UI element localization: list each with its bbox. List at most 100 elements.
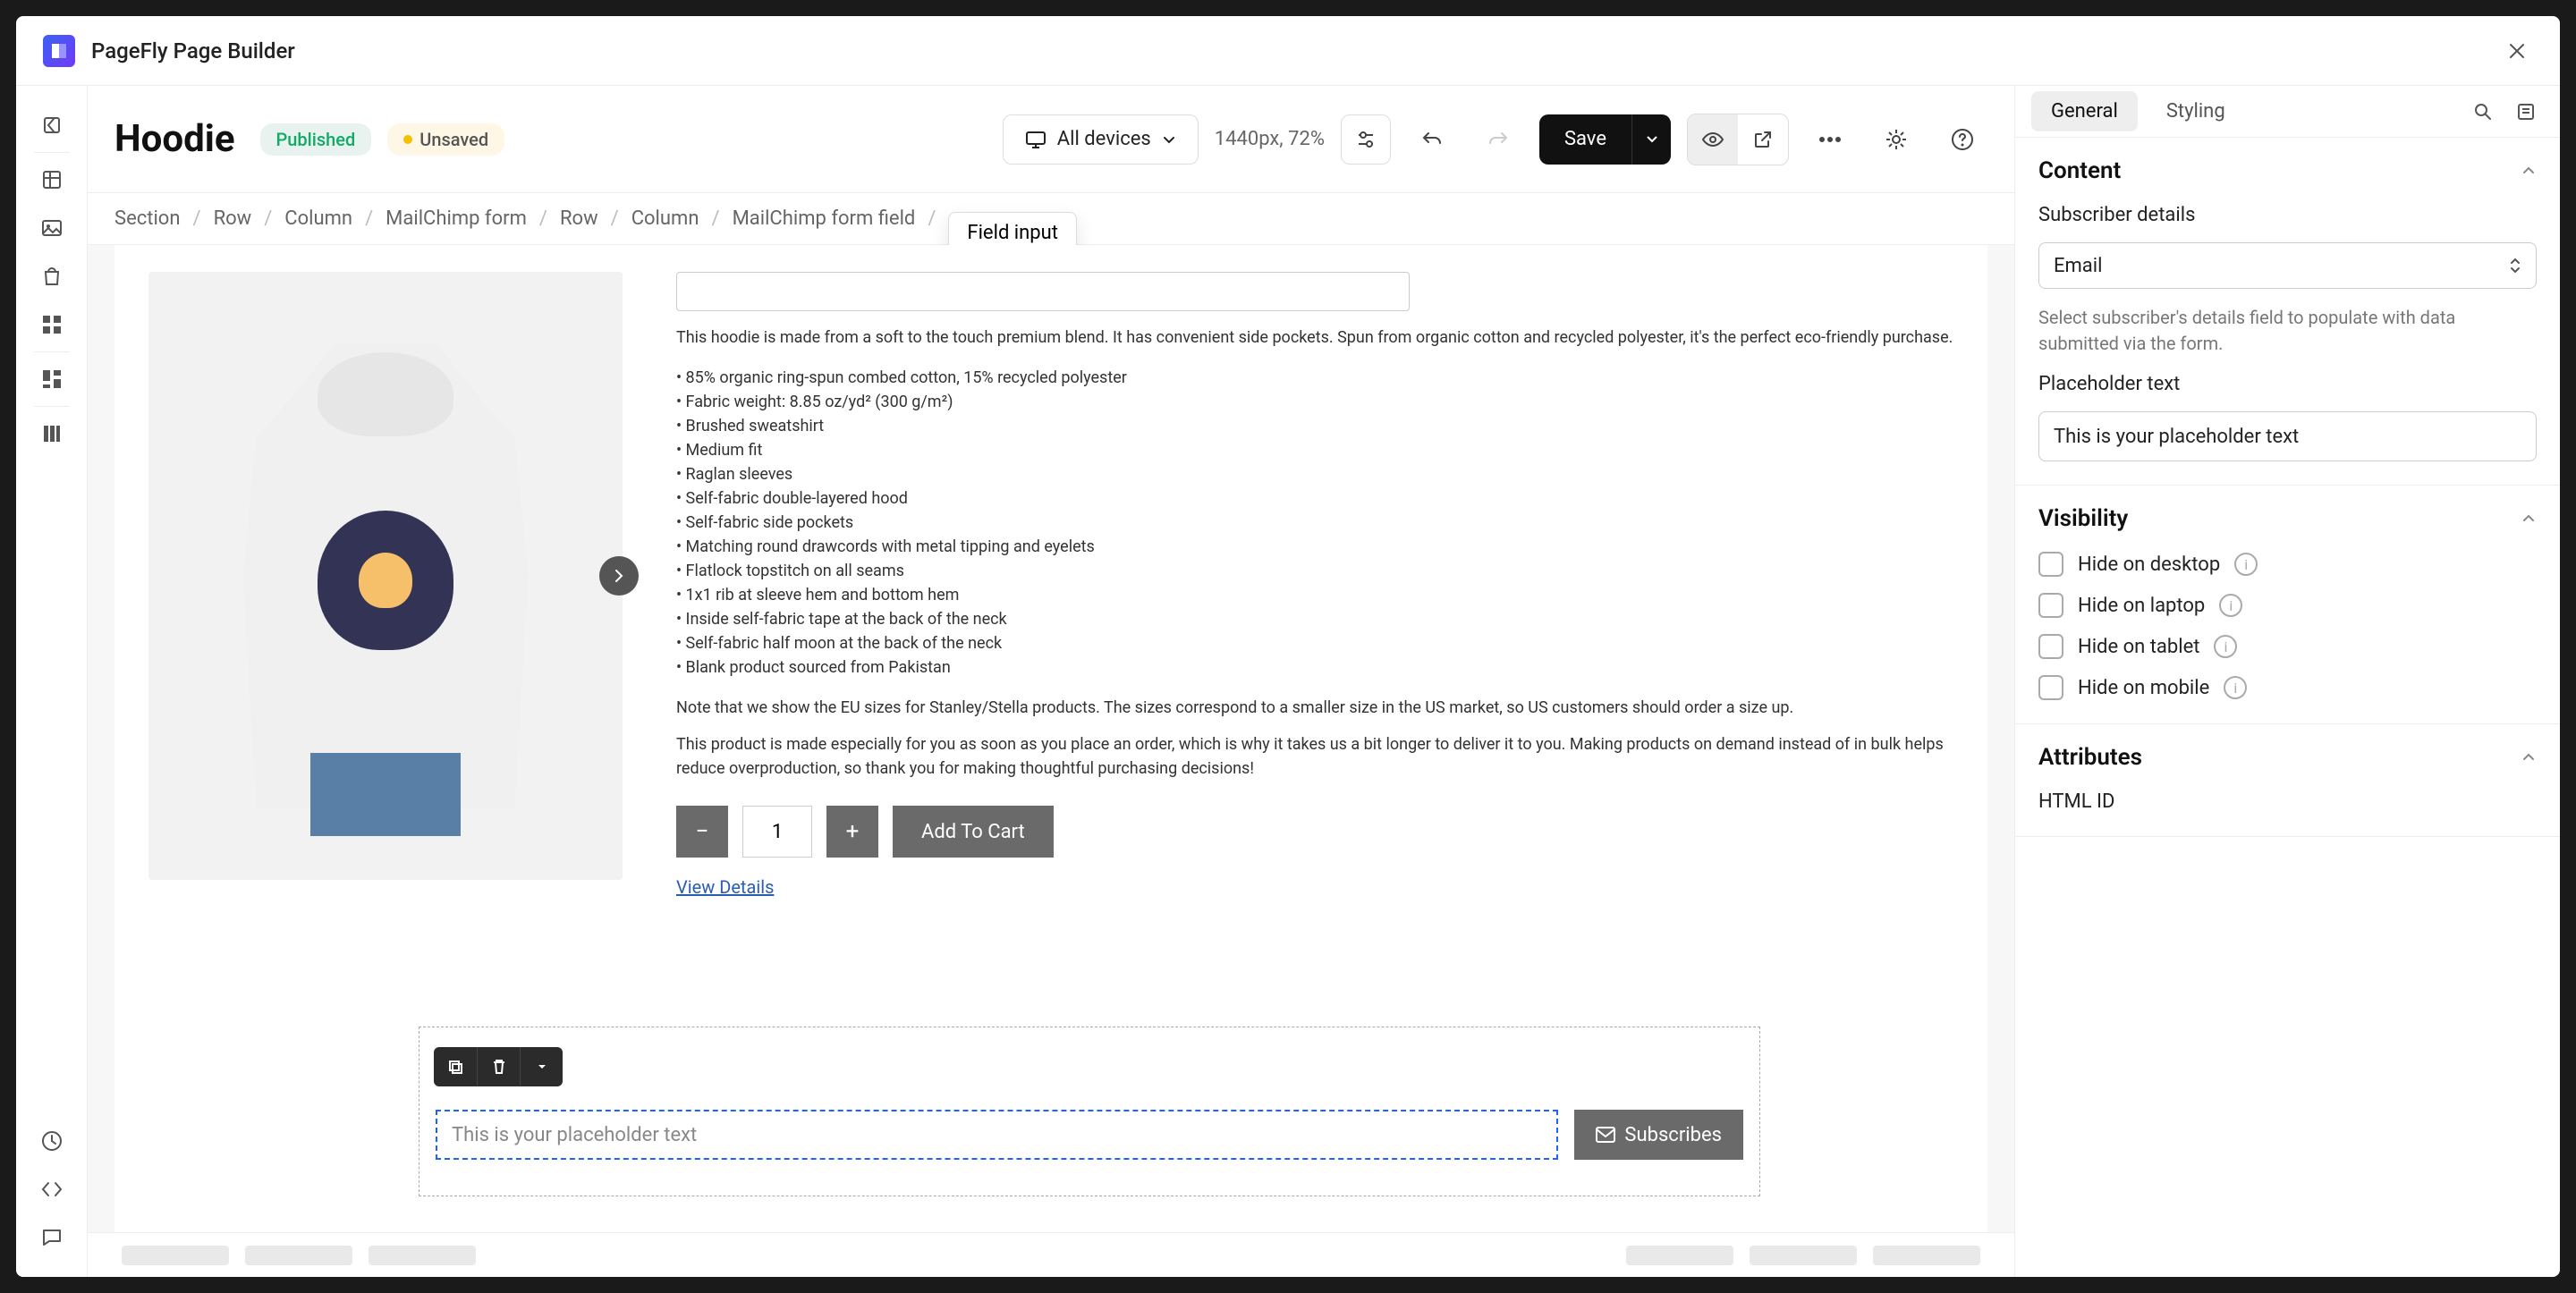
subscribe-button[interactable]: Subscribes [1574, 1110, 1743, 1160]
save-dropdown[interactable] [1631, 114, 1671, 165]
form-field-input[interactable]: This is your placeholder text [436, 1110, 1558, 1160]
page-title: Hoodie [114, 117, 235, 161]
device-selector[interactable]: All devices [1003, 114, 1199, 165]
section-content-header[interactable]: Content [2015, 138, 2560, 204]
preview-eye-button[interactable] [1688, 114, 1738, 165]
bullet-item: 85% organic ring-spun combed cotton, 15%… [676, 366, 1953, 390]
collapse-rail-button[interactable] [30, 104, 73, 147]
footer-skeleton [88, 1232, 2014, 1277]
chat-icon [40, 1226, 64, 1249]
info-icon[interactable]: i [2234, 553, 2258, 576]
bullet-item: Self-fabric side pockets [676, 511, 1953, 535]
chevron-down-icon [1162, 132, 1176, 147]
breadcrumb-item[interactable]: Row [560, 207, 598, 230]
duplicate-button[interactable] [434, 1047, 477, 1086]
add-to-cart-button[interactable]: Add To Cart [893, 806, 1054, 858]
redo-icon [1487, 128, 1510, 151]
rail-code-button[interactable] [30, 1168, 73, 1211]
columns-icon [40, 422, 64, 445]
view-details-link[interactable]: View Details [676, 874, 774, 900]
bullet-item: Flatlock topstitch on all seams [676, 559, 1953, 583]
delete-button[interactable] [477, 1047, 520, 1086]
save-button[interactable]: Save [1539, 114, 1631, 165]
info-icon[interactable]: i [2224, 676, 2247, 699]
section-content-title: Content [2038, 157, 2121, 184]
panel-search-button[interactable] [2465, 94, 2501, 130]
subscribe-label: Subscribes [1624, 1124, 1722, 1146]
breadcrumb-item[interactable]: Column [284, 207, 352, 230]
bullet-item: Matching round drawcords with metal tipp… [676, 535, 1953, 559]
caret-down-icon [537, 1061, 547, 1072]
chevron-up-icon [2521, 511, 2537, 527]
undo-button[interactable] [1407, 114, 1457, 165]
hide-laptop-checkbox[interactable] [2038, 593, 2063, 618]
chevron-up-icon [2521, 163, 2537, 179]
unsaved-dot-icon [403, 135, 412, 144]
rail-history-button[interactable] [30, 1120, 73, 1162]
rail-columns-button[interactable] [30, 412, 73, 455]
subscriber-help-text: Select subscriber's details field to pop… [2038, 305, 2537, 357]
bullet-item: Brushed sweatshirt [676, 414, 1953, 438]
envelope-icon [1596, 1127, 1615, 1143]
product-bullets: 85% organic ring-spun combed cotton, 15%… [676, 366, 1953, 680]
rail-shopify-button[interactable] [30, 255, 73, 298]
qty-input[interactable] [742, 806, 812, 858]
breadcrumb-item[interactable]: Section [114, 207, 181, 230]
hide-mobile-checkbox[interactable] [2038, 675, 2063, 700]
breadcrumb-item[interactable]: Column [631, 207, 699, 230]
element-menu-button[interactable] [520, 1047, 563, 1086]
made-to-order-note: This product is made especially for you … [676, 732, 1953, 781]
hide-desktop-checkbox[interactable] [2038, 552, 2063, 577]
eye-icon [1701, 128, 1724, 151]
unsaved-badge: Unsaved [387, 123, 504, 156]
device-label: All devices [1057, 128, 1151, 150]
section-visibility-title: Visibility [2038, 505, 2128, 532]
placeholder-text-input[interactable]: This is your placeholder text [2038, 411, 2537, 461]
chevron-left-icon [42, 115, 62, 135]
settings-button[interactable] [1871, 114, 1921, 165]
more-button[interactable] [1805, 114, 1855, 165]
close-icon [2507, 41, 2527, 61]
breadcrumb-item[interactable]: Row [214, 207, 252, 230]
open-external-button[interactable] [1738, 114, 1788, 165]
grid-icon [40, 313, 64, 336]
help-button[interactable] [1937, 114, 1987, 165]
rail-image-button[interactable] [30, 207, 73, 249]
shopify-bag-icon [40, 265, 64, 288]
responsive-settings-button[interactable] [1341, 114, 1391, 165]
redo-button[interactable] [1473, 114, 1523, 165]
layers-icon [40, 168, 64, 191]
element-toolbar [434, 1047, 563, 1086]
rail-layers-button[interactable] [30, 158, 73, 201]
rail-chat-button[interactable] [30, 1216, 73, 1259]
qty-decrement-button[interactable]: − [676, 806, 728, 858]
tab-styling[interactable]: Styling [2147, 91, 2245, 131]
hide-tablet-checkbox[interactable] [2038, 634, 2063, 659]
dots-icon [1818, 136, 1842, 143]
mailchimp-form-block[interactable]: This is your placeholder text Subscribes [419, 1027, 1760, 1196]
product-image [148, 272, 623, 880]
section-visibility-header[interactable]: Visibility [2015, 486, 2560, 552]
bullet-item: Fabric weight: 8.85 oz/yd² (300 g/m²) [676, 390, 1953, 414]
info-icon[interactable]: i [2219, 594, 2242, 617]
rail-blocks-button[interactable] [30, 303, 73, 346]
section-attributes-header[interactable]: Attributes [2015, 724, 2560, 790]
description-input-placeholder[interactable] [676, 272, 1410, 311]
breadcrumb-item[interactable]: MailChimp form [386, 207, 527, 230]
subscriber-details-select[interactable]: Email [2038, 242, 2537, 289]
rail-sections-button[interactable] [30, 358, 73, 401]
image-next-button[interactable] [599, 556, 639, 596]
html-id-label: HTML ID [2038, 790, 2537, 813]
panel-notes-button[interactable] [2508, 94, 2544, 130]
breadcrumb-item[interactable]: MailChimp form field [733, 207, 916, 230]
sliders-icon [1354, 128, 1377, 151]
hide-desktop-label: Hide on desktop [2078, 554, 2220, 576]
bullet-item: Self-fabric double-layered hood [676, 486, 1953, 511]
bullet-item: Self-fabric half moon at the back of the… [676, 631, 1953, 655]
qty-increment-button[interactable]: + [826, 806, 878, 858]
bullet-item: Medium fit [676, 438, 1953, 462]
info-icon[interactable]: i [2214, 635, 2237, 658]
tab-general[interactable]: General [2031, 91, 2138, 131]
close-button[interactable] [2501, 35, 2533, 67]
code-icon [40, 1178, 64, 1201]
